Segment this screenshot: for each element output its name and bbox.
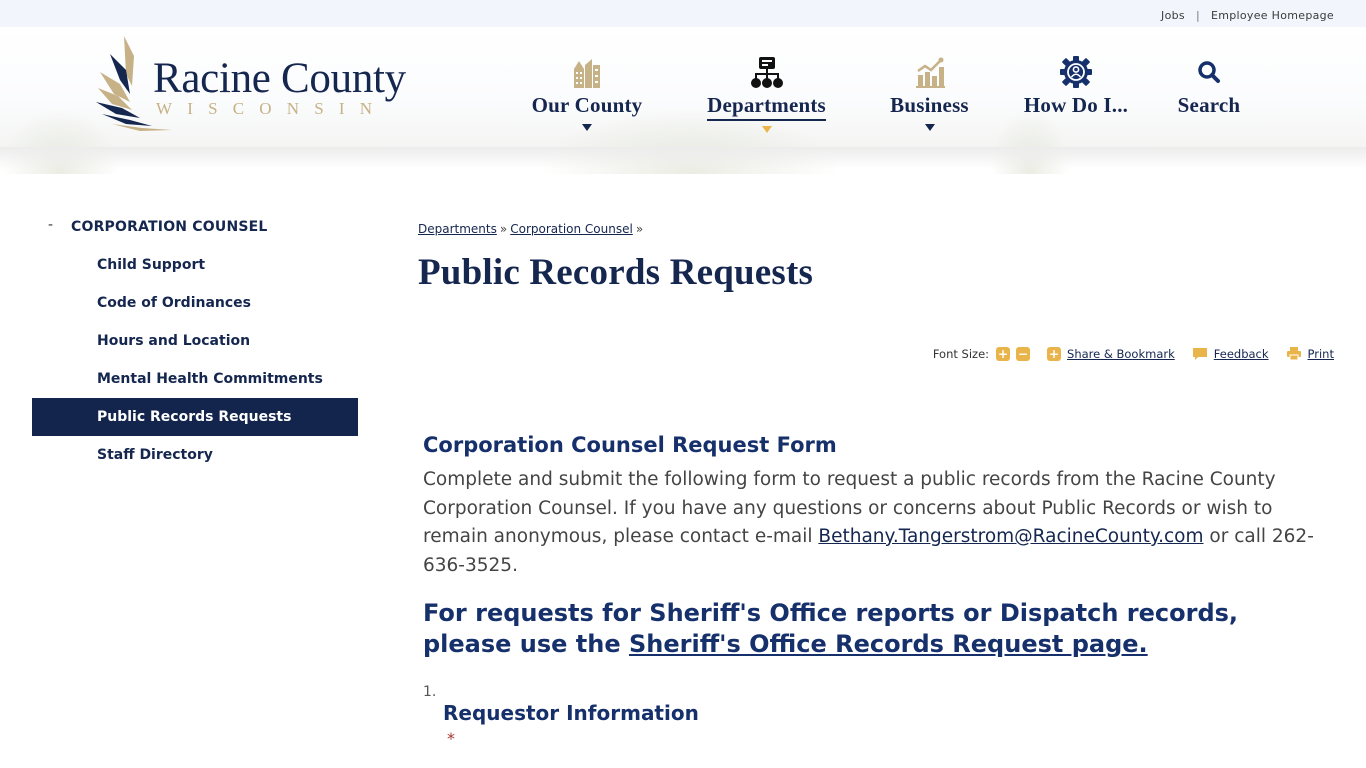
- main-nav: Our County Departments Business How Do I…: [0, 55, 1366, 145]
- feedback: Feedback: [1192, 347, 1269, 361]
- sidebar-item-hours-and-location[interactable]: Hours and Location: [32, 322, 358, 360]
- speech-bubble-icon: [1192, 347, 1207, 360]
- sidebar-item-child-support[interactable]: Child Support: [32, 246, 358, 284]
- breadcrumb-corporation-counsel[interactable]: Corporation Counsel: [510, 222, 633, 236]
- sidebar-list: Child Support Code of Ordinances Hours a…: [32, 246, 358, 474]
- sidebar-heading-corporation-counsel[interactable]: - CORPORATION COUNSEL: [32, 212, 358, 242]
- sheriff-note: For requests for Sheriff's Office report…: [423, 598, 1333, 660]
- search-icon: [1198, 61, 1220, 83]
- request-form-section: Corporation Counsel Request Form Complet…: [423, 430, 1333, 748]
- form-intro: Complete and submit the following form t…: [423, 466, 1333, 580]
- gear-user-icon: [1060, 56, 1092, 88]
- collapse-toggle-icon[interactable]: -: [48, 217, 53, 233]
- nav-our-county[interactable]: Our County: [531, 55, 643, 131]
- utility-separator: |: [1195, 9, 1200, 22]
- font-increase-button[interactable]: +: [996, 346, 1011, 361]
- printer-icon: [1286, 347, 1301, 361]
- sidebar-item-code-of-ordinances[interactable]: Code of Ordinances: [32, 284, 358, 322]
- share-bookmark-link[interactable]: Share & Bookmark: [1067, 347, 1175, 361]
- required-indicator: *: [447, 729, 455, 748]
- bar-chart-icon: [915, 57, 945, 88]
- nav-label: Our County: [531, 93, 643, 117]
- form-title: Corporation Counsel Request Form: [423, 433, 837, 457]
- sheriff-records-link[interactable]: Sheriff's Office Records Request page.: [629, 630, 1148, 658]
- sidebar-item-public-records-requests[interactable]: Public Records Requests: [32, 398, 358, 436]
- utility-bar: Jobs | Employee Homepage: [0, 0, 1366, 27]
- feedback-link[interactable]: Feedback: [1214, 347, 1269, 361]
- breadcrumb: Departments» Corporation Counsel»: [418, 222, 1338, 236]
- nav-departments[interactable]: Departments: [704, 55, 829, 133]
- caret-down-icon: [582, 124, 592, 131]
- org-chart-icon: [750, 57, 783, 88]
- share-bookmark: + Share & Bookmark: [1047, 346, 1175, 361]
- page-title: Public Records Requests: [418, 252, 814, 293]
- print-link[interactable]: Print: [1308, 347, 1334, 361]
- sidebar-item-mental-health-commitments[interactable]: Mental Health Commitments: [32, 360, 358, 398]
- utility-links: Jobs | Employee Homepage: [1161, 9, 1334, 22]
- step-title: Requestor Information: [443, 701, 699, 725]
- share-plus-icon: +: [1047, 346, 1062, 361]
- buildings-icon: [574, 59, 600, 88]
- caret-down-icon: [924, 124, 935, 131]
- nav-label: Business: [890, 93, 969, 117]
- jobs-link[interactable]: Jobs: [1161, 9, 1185, 22]
- nav-label: Departments: [707, 93, 826, 121]
- breadcrumb-separator: »: [635, 222, 644, 236]
- font-decrease-button[interactable]: −: [1016, 346, 1031, 361]
- breadcrumb-separator: »: [499, 222, 508, 236]
- email-link[interactable]: Bethany.Tangerstrom@RacineCounty.com: [818, 526, 1203, 547]
- sidebar-item-staff-directory[interactable]: Staff Directory: [32, 436, 358, 474]
- font-size-label: Font Size:: [932, 346, 990, 361]
- nav-label: Search: [1177, 93, 1241, 117]
- employee-homepage-link[interactable]: Employee Homepage: [1211, 9, 1334, 22]
- caret-down-icon: [761, 126, 772, 133]
- sidebar: - CORPORATION COUNSEL Child Support Code…: [32, 212, 358, 474]
- nav-label: How Do I...: [1023, 93, 1129, 117]
- nav-how-do-i[interactable]: How Do I...: [1023, 55, 1129, 118]
- main-content: Departments» Corporation Counsel» Public …: [418, 222, 1338, 294]
- print: Print: [1286, 346, 1334, 361]
- nav-search[interactable]: Search: [1177, 55, 1241, 118]
- nav-business[interactable]: Business: [889, 55, 970, 131]
- header-shadow: [0, 147, 1366, 169]
- step-number: 1.: [423, 684, 437, 700]
- page-tools: Font Size: + − + Share & Bookmark Feedba…: [933, 346, 1334, 361]
- breadcrumb-departments[interactable]: Departments: [418, 222, 497, 236]
- sidebar-heading-label: CORPORATION COUNSEL: [71, 219, 268, 235]
